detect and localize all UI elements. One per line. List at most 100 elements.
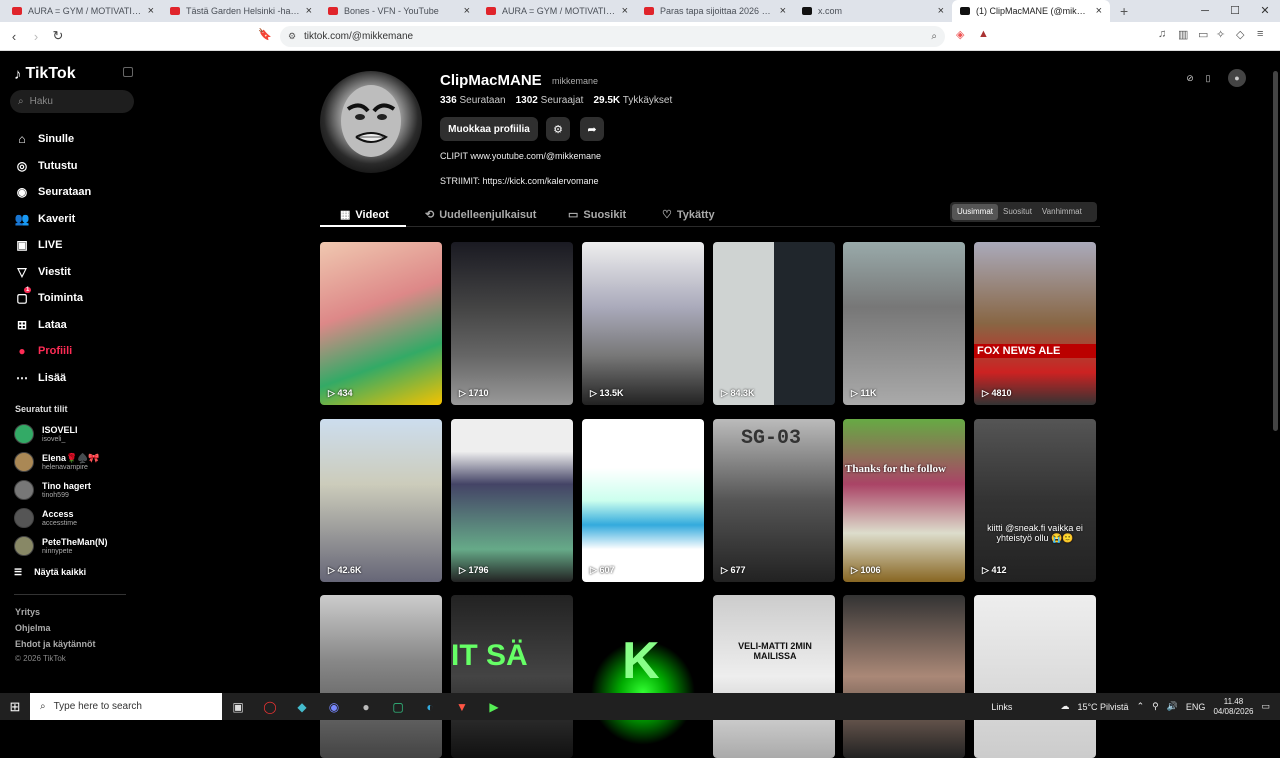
followed-account[interactable]: Tino hagert tinoh599	[14, 480, 91, 500]
reload-button[interactable]: ↻	[47, 28, 69, 44]
language-indicator[interactable]: ENG	[1186, 702, 1206, 712]
site-info-icon[interactable]: ⚙	[288, 31, 296, 42]
tab-close-icon[interactable]: ×	[148, 5, 154, 17]
app-icon-green[interactable]: ▢	[382, 700, 414, 714]
video-thumbnail[interactable]	[974, 595, 1096, 758]
tab-favorites[interactable]: ▭ Suosikit	[568, 208, 626, 222]
profile-avatar[interactable]	[320, 71, 422, 173]
tab-videos[interactable]: ▦ Videot	[340, 208, 389, 222]
settings-button[interactable]: ⚙	[546, 117, 570, 141]
notification-icon[interactable]: ▭	[1261, 701, 1270, 712]
app-icon-grey[interactable]: ●	[350, 700, 382, 714]
sidebar-item-activity[interactable]: ▢ 1 Toiminta	[14, 287, 83, 305]
video-thumbnail[interactable]: ▷ 1796	[451, 419, 573, 582]
vpn-icon[interactable]: ◇	[1236, 28, 1244, 41]
weather-text[interactable]: 15°C Pilvistä	[1077, 702, 1128, 712]
video-thumbnail[interactable]: ▷ 434	[320, 242, 442, 405]
sort-popular[interactable]: Suositut	[998, 204, 1037, 220]
bookmark-icon[interactable]: 🔖	[258, 28, 272, 41]
video-thumbnail[interactable]: ▷ 84.3K	[713, 242, 835, 405]
sort-latest[interactable]: Uusimmat	[952, 204, 999, 220]
sort-oldest[interactable]: Vanhimmat	[1037, 204, 1087, 220]
video-thumbnail[interactable]: K	[582, 595, 704, 758]
footer-link-terms[interactable]: Ehdot ja käytännöt	[15, 639, 96, 649]
app-icon-colorful[interactable]: ◆	[286, 700, 318, 714]
video-thumbnail[interactable]: ▷ 1710	[451, 242, 573, 405]
tab-close-icon[interactable]: ×	[464, 5, 470, 17]
video-thumbnail[interactable]: IT SÄ	[451, 595, 573, 758]
browser-tab[interactable]: AURA = GYM / MOTIVATION x E ×	[4, 0, 162, 22]
tab-close-icon[interactable]: ×	[622, 5, 628, 17]
sidebar-item-live[interactable]: ▣ LIVE	[14, 238, 62, 252]
tab-search-icon[interactable]: ▭	[1198, 28, 1208, 41]
footer-link-program[interactable]: Ohjelma	[15, 623, 51, 633]
browser-tab[interactable]: (1) ClipMacMANE (@mikkemane ×	[952, 0, 1110, 22]
followed-account[interactable]: ISOVELI isoveli_	[14, 424, 78, 444]
minimize-button[interactable]: ─	[1190, 0, 1220, 22]
taskbar-search[interactable]: ⌕ Type here to search	[30, 693, 222, 720]
video-thumbnail[interactable]: Thanks for the follow ▷ 1006	[843, 419, 965, 582]
discord-icon[interactable]: ◉	[318, 700, 350, 714]
brave-shield-icon[interactable]: ◈	[956, 28, 964, 41]
bio-line-2[interactable]: STRIIMIT: https://kick.com/kalervomane	[440, 176, 599, 186]
opera-icon[interactable]: ◯	[254, 700, 286, 714]
sidebar-item-profile[interactable]: ● Profiili	[14, 344, 72, 358]
device-icon[interactable]: ▯	[1199, 69, 1217, 87]
sidebar-item-messages[interactable]: ▽ Viestit	[14, 265, 70, 279]
followed-account[interactable]: PeteTheMan(N) ninnypete	[14, 536, 108, 556]
windows-start-icon[interactable]: ⊞	[0, 699, 30, 715]
following-stat[interactable]: 336 Seurataan	[440, 95, 506, 106]
maximize-button[interactable]: ☐	[1220, 0, 1250, 22]
edit-profile-button[interactable]: Muokkaa profiilia	[440, 117, 538, 141]
browser-tab[interactable]: AURA = GYM / MOTIVATION ×	[478, 0, 636, 22]
forward-button[interactable]: ›	[25, 29, 47, 44]
tray-up-icon[interactable]: ⌃	[1137, 701, 1145, 712]
video-thumbnail[interactable]	[320, 595, 442, 758]
edge-icon[interactable]: ◐	[414, 700, 446, 714]
browser-tab[interactable]: Bones - VFN - YouTube ×	[320, 0, 478, 22]
video-thumbnail[interactable]: FOX NEWS ALE ▷ 4810	[974, 242, 1096, 405]
page-scrollbar[interactable]	[1273, 71, 1278, 431]
brave-icon[interactable]: ▼	[446, 700, 478, 714]
sidebar-item-home[interactable]: ⌂ Sinulle	[14, 132, 74, 146]
sidebar-item-following[interactable]: ◉ Seurataan	[14, 185, 91, 199]
browser-tab[interactable]: x.com ×	[794, 0, 952, 22]
menu-icon[interactable]: ≡	[1257, 28, 1263, 40]
video-thumbnail[interactable]: kiitti @sneak.fi vaikka ei yhteistyö oll…	[974, 419, 1096, 582]
sidebar-item-more[interactable]: ⋯ Lisää	[14, 371, 66, 385]
brave-rewards-icon[interactable]: ▲	[978, 28, 989, 40]
address-bar[interactable]: ⚙ tiktok.com/@mikkemane ⌕	[280, 26, 945, 47]
browser-tab[interactable]: Paras tapa sijoittaa 2026 rakenna ×	[636, 0, 794, 22]
close-window-button[interactable]: ✕	[1250, 0, 1280, 22]
tab-close-icon[interactable]: ×	[780, 5, 786, 17]
video-thumbnail[interactable]: ▷ 13.5K	[582, 242, 704, 405]
show-all-button[interactable]: ☰ Näytä kaikki	[14, 567, 86, 578]
tab-reposts[interactable]: ⟲ Uudelleenjulkaisut	[425, 208, 536, 222]
zoom-icon[interactable]: ⌕	[931, 31, 937, 42]
bio-line-1[interactable]: CLIPIT www.youtube.com/@mikkemane	[440, 151, 601, 161]
tiktok-logo[interactable]: ♪ TikTok	[14, 65, 76, 83]
collapse-sidebar-icon[interactable]	[123, 67, 133, 77]
volume-icon[interactable]: 🔊	[1167, 701, 1178, 712]
search-input[interactable]: ⌕ Haku	[10, 90, 134, 113]
sidebar-toggle-icon[interactable]: ▥	[1178, 28, 1188, 41]
task-view-icon[interactable]: ▣	[222, 700, 254, 714]
share-button[interactable]: ➦	[580, 117, 604, 141]
tab-liked[interactable]: ♡ Tykätty	[662, 208, 715, 222]
new-tab-button[interactable]: +	[1120, 3, 1128, 19]
network-icon[interactable]: ⚲	[1152, 701, 1159, 712]
followed-account[interactable]: Elena🌹♠️🎀 helenavampire	[14, 452, 100, 472]
back-button[interactable]: ‹	[3, 29, 25, 44]
coin-icon[interactable]: ⊘	[1181, 69, 1199, 87]
sidebar-item-upload[interactable]: ⊞ Lataa	[14, 318, 67, 332]
video-thumbnail[interactable]: ▷ 607	[582, 419, 704, 582]
footer-link-company[interactable]: Yritys	[15, 607, 40, 617]
extensions-icon[interactable]: ✧	[1216, 28, 1225, 41]
tab-close-icon[interactable]: ×	[1096, 5, 1102, 17]
clock[interactable]: 11.48 04/08/2026	[1213, 697, 1253, 717]
user-avatar-small[interactable]: ●	[1228, 69, 1246, 87]
app-icon-play[interactable]: ▶	[478, 700, 510, 714]
followers-stat[interactable]: 1302 Seuraajat	[516, 95, 584, 106]
links-toolbar[interactable]: Links	[991, 702, 1012, 712]
video-thumbnail[interactable]: VELI-MATTI 2MIN MAILISSA	[713, 595, 835, 758]
